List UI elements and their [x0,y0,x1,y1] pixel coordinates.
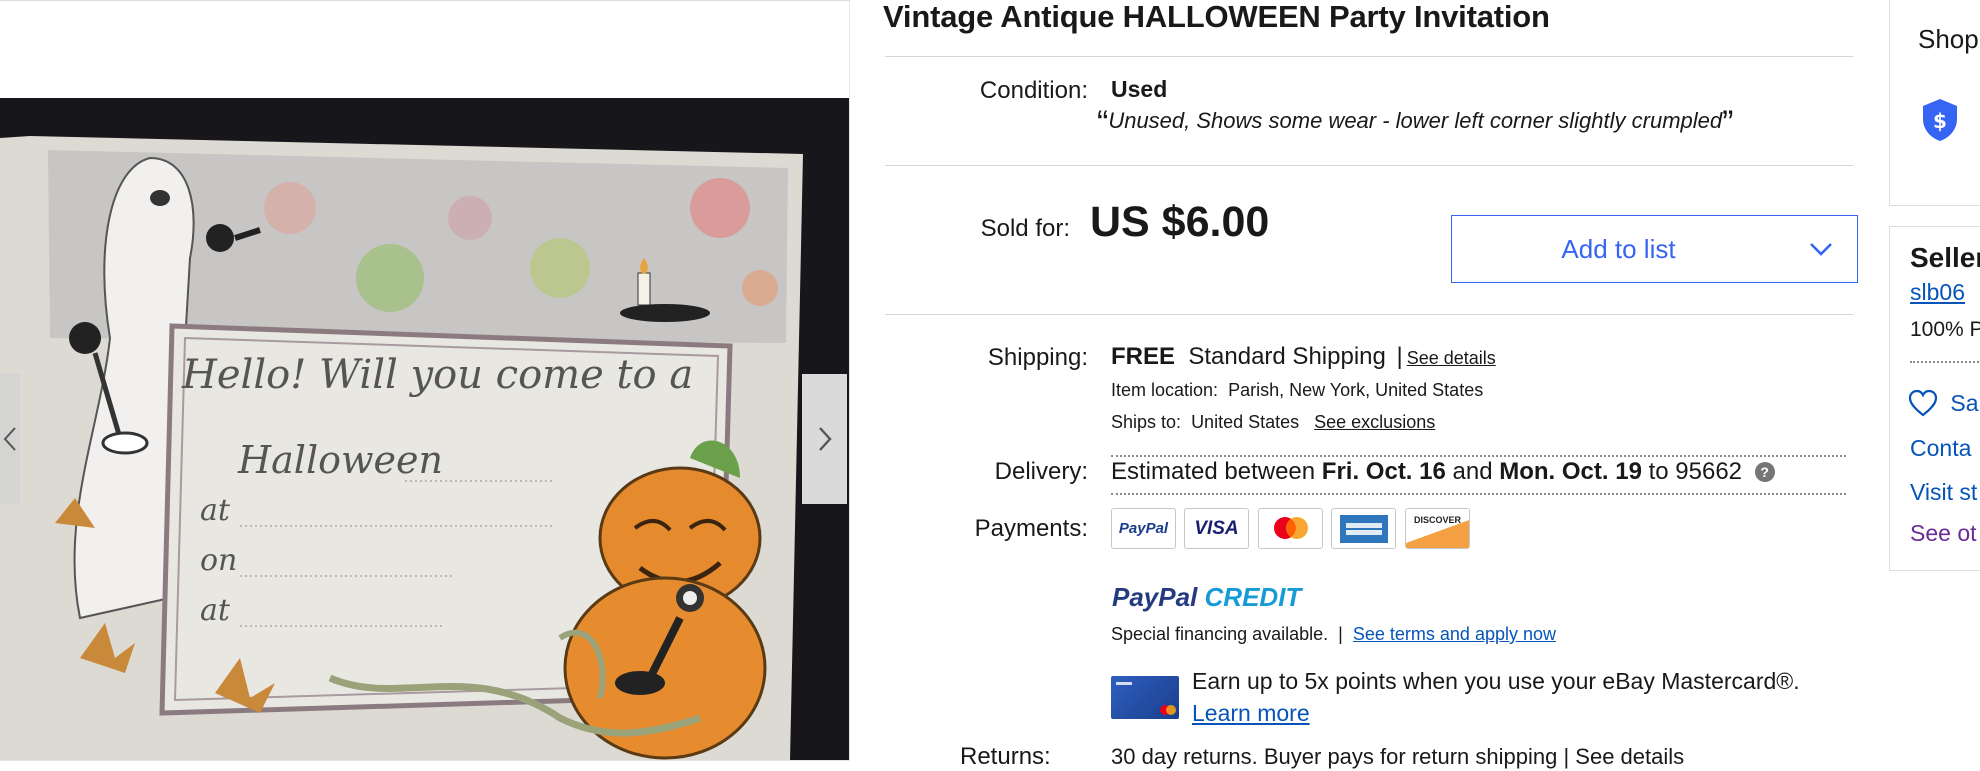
heart-icon [1908,389,1938,417]
paypal-payment-icon: PayPal [1111,508,1176,549]
delivery-prefix: Estimated between [1111,458,1316,485]
dotted-divider [1910,361,1980,363]
item-location-label: Item location: [1111,380,1219,400]
item-photo[interactable]: Hello! Will you come to a Halloween at o… [0,98,849,760]
close-quote: ” [1722,104,1734,142]
condition-label: Condition: [979,77,1088,104]
shipping-summary: FREE Standard Shipping | See details [1111,343,1496,371]
svg-text:$: $ [1933,109,1947,133]
add-to-list-dropdown-button[interactable] [1785,215,1858,283]
save-seller-label: Sa [1950,390,1979,416]
item-location: Item location: Parish, New York, United … [1111,380,1483,401]
condition-value: Used [1111,76,1168,102]
delivery-estimate: Estimated between Fri. Oct. 16 and Mon. … [1111,458,1775,486]
chevron-down-icon [1810,243,1832,256]
image-gallery: Hello! Will you come to a Halloween at o… [0,0,850,761]
contact-seller-link[interactable]: Conta [1910,435,1971,462]
paypal-credit-part1: PayPal [1112,582,1198,612]
returns-label: Returns: [960,743,1051,770]
delivery-end-date: Mon. Oct. 19 [1499,458,1642,485]
separator: | [1338,624,1343,644]
save-seller-button[interactable]: Sa [1908,389,1979,417]
visa-payment-icon: VISA [1184,508,1249,549]
delivery-label: Delivery: [994,458,1088,485]
ships-to: Ships to: United States See exclusions [1111,412,1435,433]
payments-label: Payments: [974,515,1088,542]
price-label: Sold for: [980,215,1070,242]
amex-payment-icon [1331,508,1396,549]
see-details-link[interactable]: See details [1407,348,1496,368]
visit-store-link[interactable]: Visit st [1910,479,1977,506]
seller-feedback: 100% P [1910,318,1980,341]
previous-image-button[interactable] [0,374,20,504]
card-halloween-text: Halloween [237,438,443,482]
see-terms-link[interactable]: See terms and apply now [1353,624,1556,644]
chevron-left-icon [3,427,16,451]
money-back-shield-icon: $ [1920,97,1960,148]
paypal-card-text: PayPal [1118,520,1169,537]
returns-text: 30 day returns. Buyer pays for return sh… [1111,744,1685,769]
divider [885,56,1853,57]
delivery-zip[interactable]: 95662 [1675,458,1742,485]
mastercard-offer-text: Earn up to 5x points when you use your e… [1192,668,1800,694]
paypal-credit-logo: PayPal CREDIT [1112,582,1301,613]
shipping-method: Standard Shipping [1188,343,1386,370]
shop-title: Shop [1918,24,1979,54]
ebay-mastercard-icon [1111,676,1179,719]
financing-text: Special financing available. [1111,624,1329,644]
condition-description-text: Unused, Shows some wear - lower left cor… [1108,108,1723,133]
seller-title: Seller [1910,242,1980,273]
next-image-button[interactable] [802,374,847,504]
delivery-to: to [1648,458,1669,485]
price-value: US $6.00 [1090,198,1270,246]
dotted-divider [1111,455,1846,457]
condition-description: “Unused, Shows some wear - lower left co… [1097,106,1733,140]
add-to-list-button[interactable]: Add to list [1451,215,1786,283]
shipping-cost: FREE [1111,343,1176,370]
financing-line: Special financing available. | See terms… [1111,624,1556,645]
separator: | [1396,343,1403,370]
open-quote: “ [1097,104,1109,142]
item-title: Vintage Antique HALLOWEEN Party Invitati… [883,0,1550,34]
card-hello-text: Hello! Will you come to a [181,352,693,398]
shipping-label: Shipping: [987,344,1088,371]
see-other-items-link[interactable]: See ot [1910,520,1977,547]
chevron-right-icon [818,427,832,451]
see-exclusions-link[interactable]: See exclusions [1314,412,1435,432]
ships-to-label: Ships to: [1111,412,1182,432]
card-on-text: on [200,543,237,578]
delivery-start-date: Fri. Oct. 16 [1321,458,1446,485]
card-at-text-2: at [200,593,231,628]
mastercard-logo-icon [1273,516,1308,539]
visa-card-text: VISA [1194,517,1239,539]
paypal-credit-part2: CREDIT [1204,582,1302,612]
discover-payment-icon: DISCOVER [1405,508,1470,549]
mastercard-payment-icon [1258,508,1323,549]
card-at-text-1: at [200,493,231,528]
learn-more-link[interactable]: Learn more [1192,700,1310,727]
dotted-divider [1111,493,1846,495]
seller-name-link[interactable]: slb06 [1910,279,1965,306]
amex-logo-icon [1339,514,1388,543]
item-location-value: Parish, New York, United States [1228,380,1484,400]
discover-card-text: DISCOVER [1413,515,1461,525]
help-icon[interactable]: ? [1754,462,1775,482]
delivery-and: and [1452,458,1493,485]
divider [885,165,1853,166]
divider [885,314,1853,315]
ships-to-value: United States [1191,412,1300,432]
